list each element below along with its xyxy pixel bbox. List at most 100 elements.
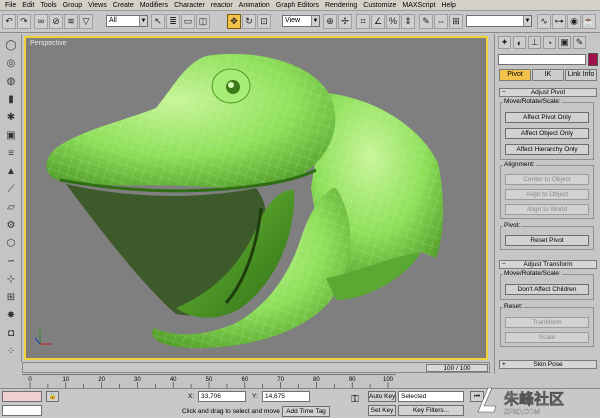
lock-selection-icon[interactable]: 🔒 (46, 391, 59, 402)
sphere-icon[interactable]: ◯ (3, 38, 19, 52)
filter-icon[interactable]: ▽ (79, 14, 93, 29)
menu-help[interactable]: Help (438, 0, 458, 11)
named-selection-sets-dropdown[interactable]: ▼ (466, 15, 532, 27)
spline-icon[interactable]: ∽ (3, 254, 19, 268)
key-icon[interactable]: ⚿ (346, 394, 364, 405)
select-link-icon[interactable]: ∞ (34, 14, 48, 29)
menu-edit[interactable]: Edit (19, 0, 37, 11)
menu-character[interactable]: Character (171, 0, 208, 11)
spinner-snap-icon[interactable]: ⇕ (401, 14, 415, 29)
snap-toggle-icon[interactable]: ⌗ (356, 14, 370, 29)
rect-selection-icon[interactable]: ▭ (181, 14, 195, 29)
angle-snap-icon[interactable]: ∠ (371, 14, 385, 29)
select-and-move-icon[interactable]: ✥ (227, 14, 241, 29)
reset-transform-button[interactable]: Transform (505, 317, 589, 328)
utilities-tab-icon[interactable]: ✎ (573, 36, 586, 49)
menu-group[interactable]: Group (60, 0, 85, 11)
menu-create[interactable]: Create (110, 0, 137, 11)
shape-icon[interactable]: ⬡ (3, 236, 19, 250)
menu-customize[interactable]: Customize (360, 0, 399, 11)
cylinder-icon[interactable]: ▮ (3, 92, 19, 106)
menu-modifiers[interactable]: Modifiers (137, 0, 171, 11)
auto-key-button[interactable]: Auto Key (368, 391, 396, 402)
menu-file[interactable]: File (2, 0, 19, 11)
selection-filter-dropdown[interactable]: All ▼ (106, 15, 148, 27)
affect-pivot-only-button[interactable]: Affect Pivot Only (505, 112, 589, 123)
affect-object-only-button[interactable]: Affect Object Only (505, 128, 589, 139)
menu-views[interactable]: Views (85, 0, 110, 11)
undo-icon[interactable]: ↶ (2, 14, 16, 29)
pivot-center-icon[interactable]: ⊕ (323, 14, 337, 29)
manipulate-icon[interactable]: ✢ (338, 14, 352, 29)
display-tab-icon[interactable]: ▣ (558, 36, 571, 49)
tab-pivot[interactable]: Pivot (499, 69, 531, 81)
bind-spacewarp-icon[interactable]: ≋ (64, 14, 78, 29)
unlink-icon[interactable]: ⊘ (49, 14, 63, 29)
reset-scale-button[interactable]: Scale (505, 332, 589, 343)
window-crossing-icon[interactable]: ◫ (196, 14, 210, 29)
adjust-pivot-rollout-header[interactable]: − Adjust Pivot (499, 88, 597, 97)
set-key-button[interactable]: Set Key (368, 405, 396, 416)
curve-editor-icon[interactable]: ∿ (537, 14, 551, 29)
tab-link-info[interactable]: Link Info (565, 69, 597, 81)
menu-graph-editors[interactable]: Graph Editors (273, 0, 322, 11)
center-to-object-button[interactable]: Center to Object (505, 174, 589, 185)
maxscript-mini-field[interactable] (2, 405, 42, 416)
viewport-label[interactable]: Perspective (30, 40, 67, 47)
select-and-rotate-icon[interactable]: ↻ (242, 14, 256, 29)
reference-coord-dropdown[interactable]: View ▼ (282, 15, 320, 27)
add-time-tag-button[interactable]: Add Time Tag (282, 406, 330, 417)
teapot-icon[interactable]: ◍ (3, 74, 19, 88)
reset-pivot-button[interactable]: Reset Pivot (505, 235, 589, 246)
motion-tab-icon[interactable]: ◔ (543, 36, 556, 49)
named-selection-icon[interactable]: ✎ (419, 14, 433, 29)
skin-pose-rollout-header[interactable]: + Skin Pose (499, 360, 597, 369)
helper-icon[interactable]: ⊹ (3, 272, 19, 286)
menu-animation[interactable]: Animation (236, 0, 273, 11)
menu-maxscript[interactable]: MAXScript (399, 0, 438, 11)
layers-icon[interactable]: ≡ (3, 146, 19, 160)
material-editor-icon[interactable]: ◉ (567, 14, 581, 29)
percent-snap-icon[interactable]: % (386, 14, 400, 29)
menu-tools[interactable]: Tools (37, 0, 59, 11)
y-coordinate-field[interactable]: 14,675 (262, 391, 310, 402)
maxscript-listener-field[interactable] (2, 391, 42, 402)
plane-icon[interactable]: ▱ (3, 200, 19, 214)
track-bar[interactable]: 0 10 20 30 40 50 60 70 80 90 100 (22, 374, 396, 388)
render-icon[interactable]: ☕ (582, 14, 596, 29)
select-by-name-icon[interactable]: ≣ (166, 14, 180, 29)
align-to-world-button[interactable]: Align to World (505, 204, 589, 215)
align-icon[interactable]: ⊞ (449, 14, 463, 29)
particle-icon[interactable]: ⁘ (3, 344, 19, 358)
adjust-transform-rollout-header[interactable]: − Adjust Transform (499, 260, 597, 269)
box-icon[interactable]: ▣ (3, 128, 19, 142)
menu-rendering[interactable]: Rendering (322, 0, 360, 11)
menu-reactor[interactable]: reactor (208, 0, 236, 11)
perspective-viewport[interactable]: Perspective (24, 36, 488, 360)
grid-icon[interactable]: ⊞ (3, 290, 19, 304)
object-color-swatch[interactable] (588, 53, 598, 66)
redo-icon[interactable]: ↷ (17, 14, 31, 29)
tab-ik[interactable]: IK (532, 69, 564, 81)
pyramid-icon[interactable]: ▲ (3, 164, 19, 178)
mirror-icon[interactable]: ⇔ (434, 14, 448, 29)
affect-hierarchy-only-button[interactable]: Affect Hierarchy Only (505, 144, 589, 155)
time-slider-track[interactable]: 100 / 100 (22, 362, 490, 373)
key-mode-dropdown[interactable]: Selected (398, 391, 464, 402)
torus-icon[interactable]: ◎ (3, 56, 19, 70)
dont-affect-children-button[interactable]: Don't Affect Children (505, 284, 589, 295)
key-filters-button[interactable]: Key Filters... (398, 405, 464, 416)
select-object-icon[interactable]: ↖ (151, 14, 165, 29)
gear-icon[interactable]: ⚙ (3, 218, 19, 232)
schematic-view-icon[interactable]: ⊶ (552, 14, 566, 29)
bone-icon[interactable]: ⟋ (3, 182, 19, 196)
object-name-field[interactable] (498, 54, 586, 65)
time-slider-thumb[interactable]: 100 / 100 (426, 364, 488, 372)
create-tab-icon[interactable]: ✦ (498, 36, 511, 49)
align-to-object-button[interactable]: Align to Object (505, 189, 589, 200)
camera-icon[interactable]: ◘ (3, 326, 19, 340)
select-and-scale-icon[interactable]: ⊡ (257, 14, 271, 29)
light-icon[interactable]: ✸ (3, 308, 19, 322)
hierarchy-tab-icon[interactable]: ⊥ (528, 36, 541, 49)
star-icon[interactable]: ✱ (3, 110, 19, 124)
